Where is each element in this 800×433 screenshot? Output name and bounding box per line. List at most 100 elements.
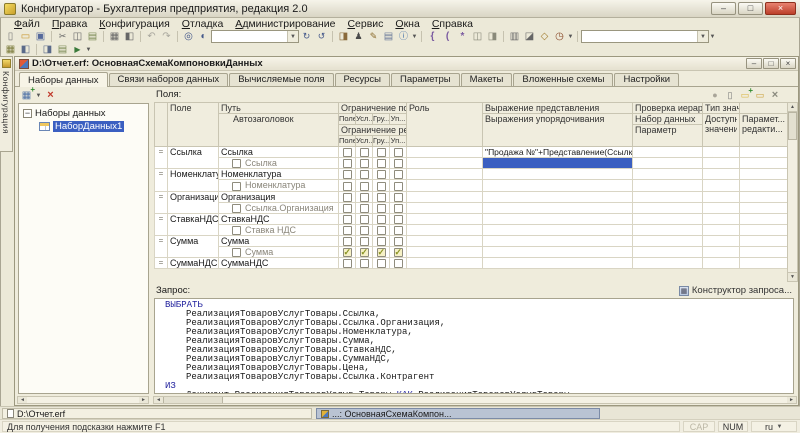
open-folder-icon[interactable]	[754, 89, 766, 101]
tree-horizontal-scrollbar[interactable]: ◄►	[17, 396, 149, 404]
restriction-checkbox[interactable]	[360, 215, 369, 224]
paste-icon[interactable]	[85, 30, 100, 43]
language-dropdown-icon[interactable]: ▼	[776, 424, 783, 430]
doc-close-button[interactable]: ×	[780, 58, 796, 69]
restriction-checkbox[interactable]	[377, 204, 386, 213]
field-row[interactable]: = СуммаНДС СуммаНДС	[155, 258, 788, 269]
clipboard-icon[interactable]	[507, 30, 522, 43]
menu-configuration[interactable]: Конфигурация	[93, 18, 175, 30]
panel-splitter[interactable]	[150, 88, 153, 395]
path-cell[interactable]: Сумма	[219, 236, 339, 247]
ordering-cell-selected[interactable]	[483, 158, 633, 169]
restriction-checkbox[interactable]	[343, 193, 352, 202]
bookmark-icon[interactable]	[537, 30, 552, 43]
database-table-icon[interactable]	[55, 43, 70, 56]
delete-dataset-icon[interactable]	[43, 89, 58, 102]
find-replace-icon[interactable]	[196, 30, 211, 43]
role-cell[interactable]	[407, 147, 483, 158]
compare-configurations-icon[interactable]	[40, 43, 55, 56]
restriction-checkbox[interactable]	[377, 148, 386, 157]
open-configuration-icon[interactable]	[3, 43, 18, 56]
autoheader-checkbox[interactable]	[232, 204, 241, 213]
find-icon[interactable]	[181, 30, 196, 43]
field-row[interactable]: = Номенклатура Номенклатура	[155, 169, 788, 180]
restriction-checkbox[interactable]	[394, 259, 403, 268]
window-tab-schema[interactable]: ...: ОсновнаяСхемаКомпон...	[316, 408, 600, 419]
tab-nested-schemas[interactable]: Вложенные схемы	[513, 73, 613, 86]
field-name-cell[interactable]: СтавкаНДС	[168, 213, 219, 235]
row-grip[interactable]: =	[155, 169, 168, 191]
tab-datasets[interactable]: Наборы данных	[19, 72, 108, 87]
restriction-checkbox[interactable]	[360, 204, 369, 213]
menu-windows[interactable]: Окна	[389, 18, 425, 30]
language-indicator[interactable]: ru▼	[751, 421, 797, 432]
copy-text-icon[interactable]	[470, 30, 485, 43]
timer-icon[interactable]	[552, 30, 567, 43]
comment-icon[interactable]	[366, 30, 381, 43]
restriction-checkbox[interactable]	[360, 193, 369, 202]
tab-calculated-fields[interactable]: Вычисляемые поля	[229, 73, 333, 86]
restriction-checkbox[interactable]	[394, 148, 403, 157]
configuration-window-icon[interactable]	[18, 43, 33, 56]
restriction-checkbox[interactable]	[343, 259, 352, 268]
scroll-thumb[interactable]	[788, 112, 797, 140]
field-row[interactable]: = Организация Организация	[155, 191, 788, 202]
field-subrow[interactable]: Ссылка	[155, 158, 788, 169]
info-icon[interactable]	[396, 30, 411, 43]
menu-help[interactable]: Справка	[426, 18, 479, 30]
restriction-checkbox[interactable]	[377, 182, 386, 191]
combo-arrow-icon[interactable]: ▼	[697, 31, 708, 42]
autoheader-checkbox[interactable]	[232, 182, 241, 191]
restriction-checkbox[interactable]	[394, 170, 403, 179]
menu-file[interactable]: Файл	[8, 18, 46, 30]
restriction-checkbox[interactable]	[343, 248, 352, 257]
scroll-left-icon[interactable]: ◄	[154, 397, 163, 403]
combo-arrow-icon[interactable]: ▼	[287, 31, 298, 42]
check-field-icon[interactable]	[709, 89, 721, 101]
restriction-checkbox[interactable]	[360, 248, 369, 257]
restriction-checkbox[interactable]	[360, 237, 369, 246]
save-icon[interactable]	[33, 30, 48, 43]
restriction-checkbox[interactable]	[343, 148, 352, 157]
functions-icon[interactable]	[440, 30, 455, 43]
path-cell[interactable]: Номенклатура	[219, 169, 339, 180]
copy-icon[interactable]	[70, 30, 85, 43]
window-tab-report[interactable]: D:\Отчет.erf	[2, 408, 312, 419]
path-cell[interactable]: Организация	[219, 191, 339, 202]
path-cell[interactable]: СуммаНДС	[219, 258, 339, 269]
field-name-cell[interactable]: Номенклатура	[168, 169, 219, 191]
path-cell[interactable]: Ссылка	[219, 147, 339, 158]
restriction-checkbox[interactable]	[360, 148, 369, 157]
syntax-check-icon[interactable]	[351, 30, 366, 43]
restriction-checkbox[interactable]	[377, 215, 386, 224]
add-dataset-dropdown-icon[interactable]: ▼	[35, 93, 42, 99]
restriction-checkbox[interactable]	[343, 159, 352, 168]
restriction-checkbox[interactable]	[394, 182, 403, 191]
scroll-thumb[interactable]	[163, 397, 223, 403]
scroll-right-icon[interactable]: ►	[139, 397, 148, 403]
restriction-checkbox[interactable]	[343, 170, 352, 179]
restriction-checkbox[interactable]	[394, 237, 403, 246]
field-name-cell[interactable]: СуммаНДС	[168, 258, 219, 269]
search-combobox[interactable]: ▼	[211, 30, 299, 43]
restriction-checkbox[interactable]	[343, 237, 352, 246]
restriction-checkbox[interactable]	[394, 193, 403, 202]
restriction-checkbox[interactable]	[377, 159, 386, 168]
undo-icon[interactable]	[144, 30, 159, 43]
restriction-checkbox[interactable]	[343, 215, 352, 224]
run-application-icon[interactable]	[70, 43, 85, 56]
window-split-icon[interactable]	[522, 30, 537, 43]
tree-root-datasets[interactable]: − Наборы данных	[19, 107, 148, 120]
row-grip[interactable]: =	[155, 213, 168, 235]
help-contents-icon[interactable]	[381, 30, 396, 43]
goto-definition-icon[interactable]	[455, 30, 470, 43]
tab-layouts[interactable]: Макеты	[461, 73, 513, 86]
restriction-checkbox[interactable]	[343, 226, 352, 235]
open-icon[interactable]	[18, 30, 33, 43]
new-document-icon[interactable]	[3, 30, 18, 43]
restriction-checkbox[interactable]	[394, 159, 403, 168]
print-icon[interactable]	[107, 30, 122, 43]
field-row[interactable]: = Сумма Сумма	[155, 236, 788, 247]
field-subrow[interactable]: Ссылка.Организация	[155, 202, 788, 213]
tab-dataset-links[interactable]: Связи наборов данных	[109, 73, 229, 86]
